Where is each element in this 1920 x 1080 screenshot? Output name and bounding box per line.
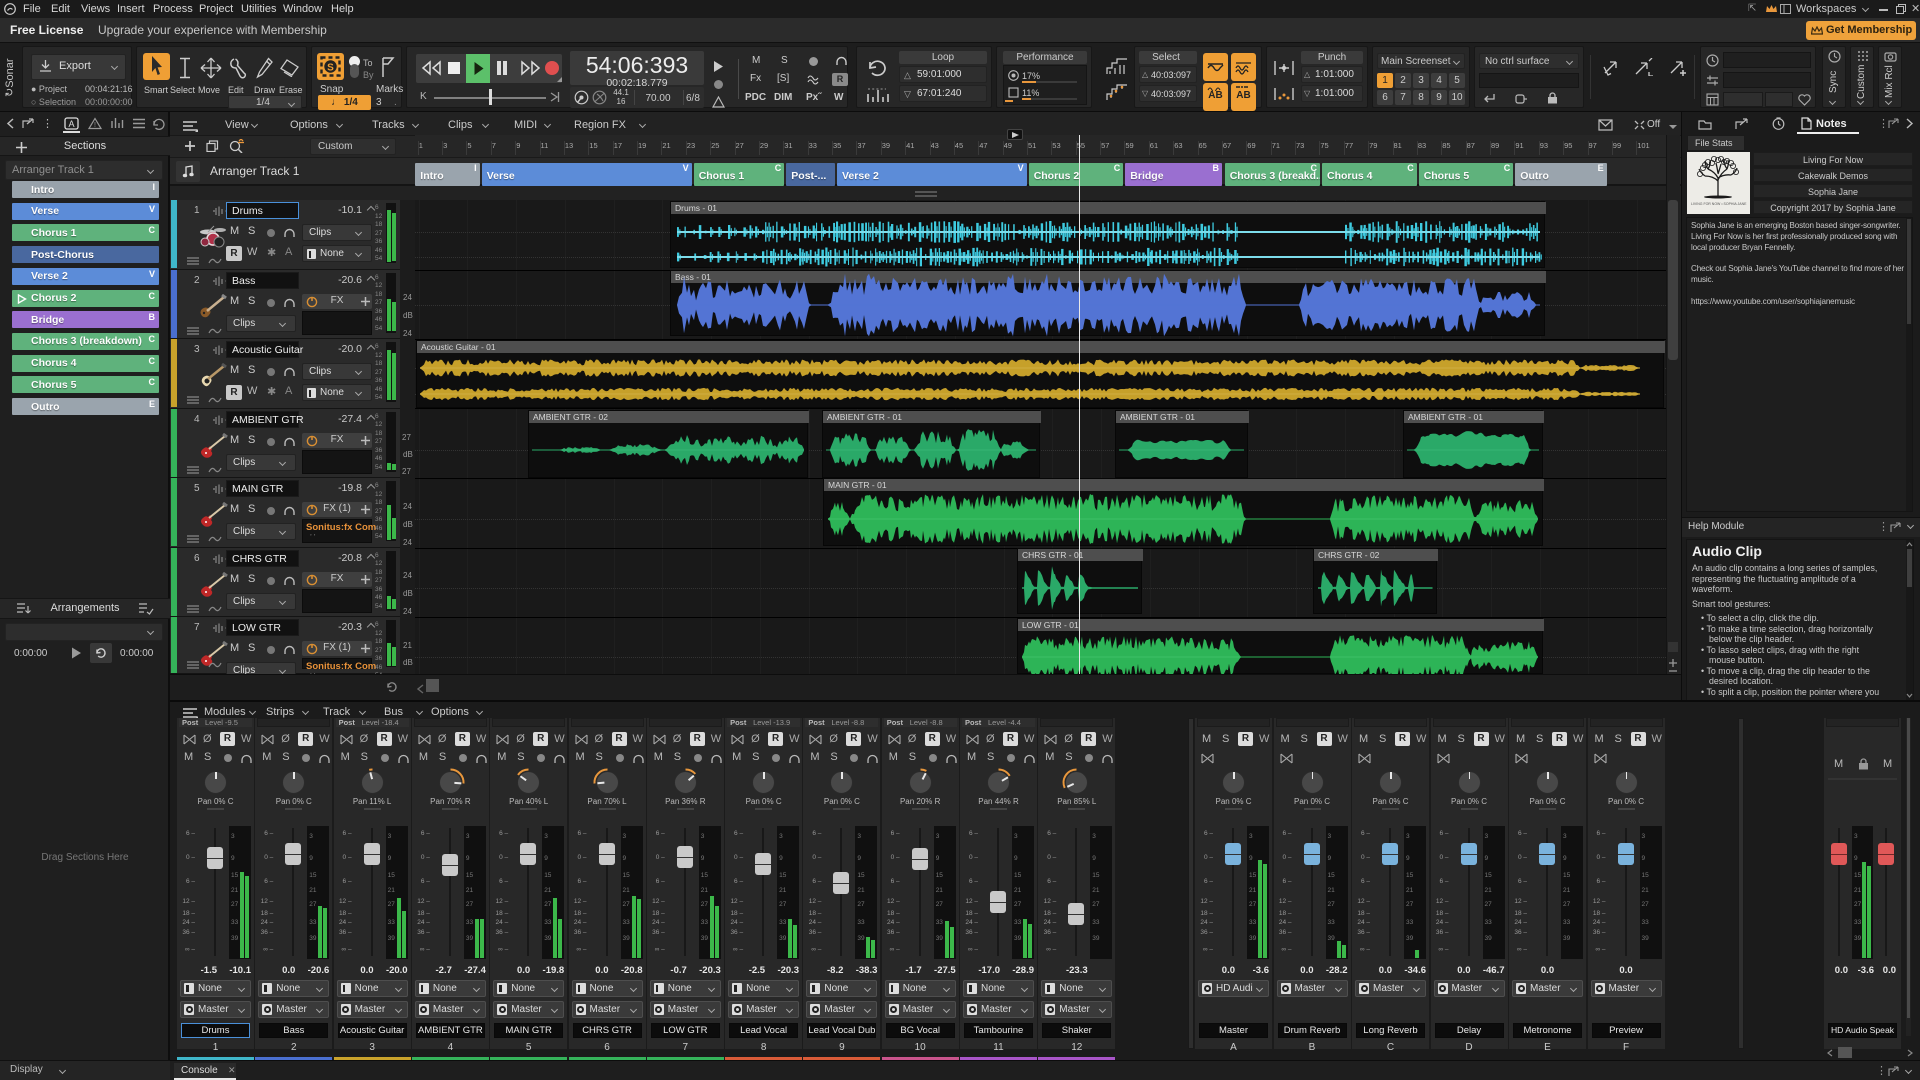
svg-text:A: A: [68, 119, 74, 129]
svg-text:!: !: [94, 122, 96, 129]
svg-text:S: S: [327, 63, 334, 74]
